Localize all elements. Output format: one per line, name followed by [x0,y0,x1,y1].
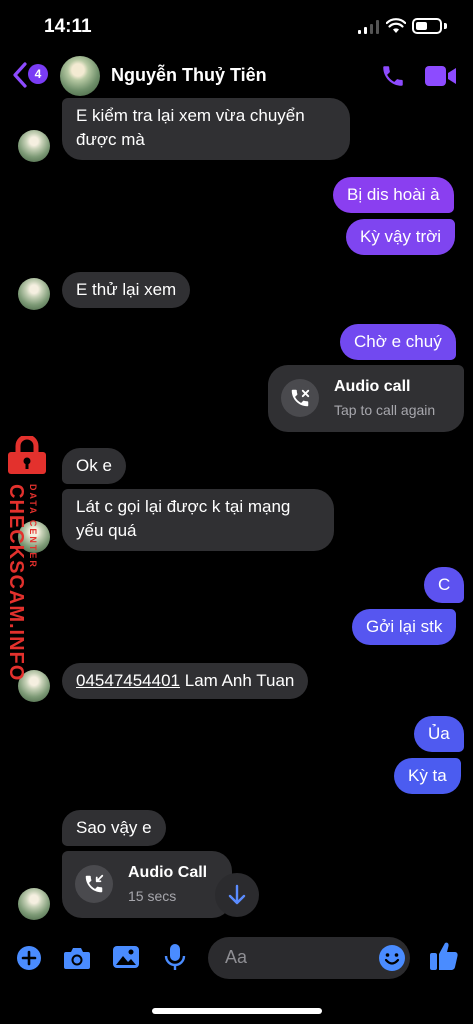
wifi-icon [386,18,406,33]
call-subtitle: 15 secs [128,888,177,904]
incoming-message[interactable]: Ok e [62,448,126,484]
scroll-to-bottom-button[interactable] [215,873,259,917]
contact-avatar[interactable] [60,56,100,96]
unread-count-badge[interactable]: 4 [28,64,48,84]
call-subtitle: Tap to call again [334,402,436,418]
status-time: 14:11 [44,16,92,37]
outgoing-message[interactable]: C [424,567,465,603]
emoji-icon[interactable] [378,944,406,972]
missed-call-icon [281,379,319,417]
outgoing-message[interactable]: Kỳ ta [394,758,461,794]
message-line: được mà [76,130,145,149]
thumbs-up-icon[interactable] [428,940,460,972]
home-indicator [152,1008,322,1014]
sender-avatar[interactable] [18,130,50,162]
gallery-icon[interactable] [112,944,140,970]
arrow-down-icon [228,884,246,905]
battery-icon [412,18,442,34]
outgoing-message[interactable]: Gởi lại stk [352,609,457,645]
incoming-message[interactable]: 04547454401 Lam Anh Tuan [62,663,309,699]
plus-icon[interactable] [16,945,42,971]
camera-icon[interactable] [63,946,91,970]
back-chevron-icon[interactable] [12,62,28,88]
message-line: E kiểm tra lại xem vừa chuyển [76,106,305,125]
account-name: Lam Anh Tuan [180,671,295,690]
contact-name[interactable]: Nguyễn Thuỷ Tiên [111,65,267,86]
outgoing-message[interactable]: Ủa [414,716,464,752]
incoming-message[interactable]: E kiểm tra lại xem vừa chuyển được mà [62,98,350,160]
call-title: Audio Call [128,864,208,881]
call-title: Audio call [334,378,411,395]
sender-avatar[interactable] [18,888,50,920]
incoming-call-icon [75,865,113,903]
outgoing-message[interactable]: Chờ e chuý [340,324,456,360]
incoming-message[interactable]: Lát c gọi lại được k tại mạng yếu quá [62,489,334,551]
audio-call-card[interactable]: Audio Call 15 secs [62,851,232,918]
battery-nub [444,23,447,29]
audio-call-card[interactable]: Audio call Tap to call again [268,365,464,432]
sender-avatar[interactable] [18,278,50,310]
message-line: yếu quá [76,521,137,540]
incoming-message[interactable]: Sao vậy e [62,810,166,846]
watermark-text: CHECKSCAM.INFO [5,484,27,682]
cellular-signal-icon [358,20,379,34]
incoming-message[interactable]: E thử lại xem [62,272,191,308]
phone-call-button[interactable] [380,63,406,89]
message-input-placeholder: Aa [225,947,248,967]
message-line: Lát c gọi lại được k tại mạng [76,497,291,516]
video-call-button[interactable] [425,65,457,87]
lock-logo-icon [8,436,46,474]
microphone-icon[interactable] [163,943,187,971]
watermark-subtext: DATA CENTER [28,484,38,569]
outgoing-message[interactable]: Bị dis hoài à [333,177,454,213]
account-number-link[interactable]: 04547454401 [76,671,180,690]
outgoing-message[interactable]: Kỳ vậy trời [346,219,456,255]
